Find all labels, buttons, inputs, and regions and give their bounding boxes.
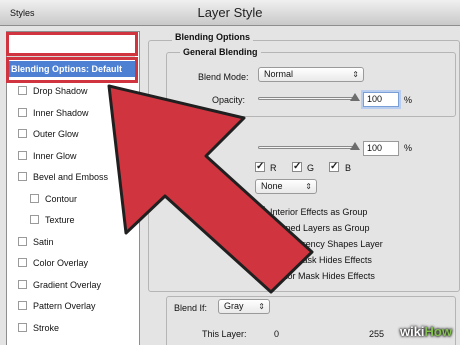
wikihow-watermark: wikiHow	[400, 324, 452, 339]
watermark-suffix: How	[424, 324, 452, 339]
red-pointer-arrow-shape	[107, 84, 314, 294]
red-pointer-arrow-icon	[107, 84, 314, 294]
watermark-prefix: wiki	[399, 324, 425, 339]
